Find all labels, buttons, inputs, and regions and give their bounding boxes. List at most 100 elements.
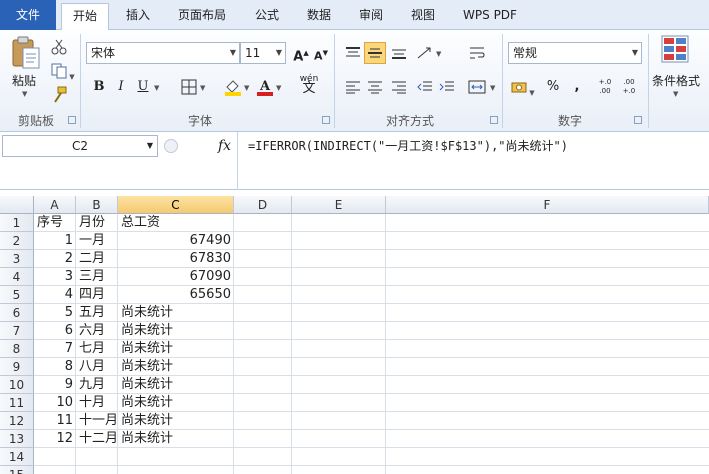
row-header[interactable]: 10 bbox=[0, 376, 34, 394]
phonetic-button[interactable]: wén 文 bbox=[296, 74, 322, 96]
cell-b3[interactable]: 二月 bbox=[79, 250, 105, 268]
font-name-select[interactable]: 宋体 ▼ bbox=[86, 42, 240, 64]
tab-formulas[interactable]: 公式 bbox=[244, 3, 290, 30]
font-launcher-icon[interactable] bbox=[322, 116, 330, 124]
merge-dropdown-icon[interactable]: ▼ bbox=[490, 84, 495, 92]
font-size-select[interactable]: 11 ▼ bbox=[240, 42, 286, 64]
wrap-text-icon[interactable] bbox=[466, 42, 488, 64]
orientation-icon[interactable] bbox=[414, 42, 436, 64]
currency-icon[interactable]: ▼ bbox=[510, 76, 536, 98]
number-format-select[interactable]: 常规 ▼ bbox=[508, 42, 642, 64]
cell-a13[interactable]: 12 bbox=[34, 430, 73, 448]
clipboard-launcher-icon[interactable] bbox=[68, 116, 76, 124]
cell-a9[interactable]: 8 bbox=[34, 358, 73, 376]
border-dropdown-icon[interactable]: ▼ bbox=[200, 84, 205, 92]
fx-icon[interactable]: fx bbox=[218, 138, 231, 154]
align-right-icon[interactable] bbox=[388, 76, 410, 98]
cell-a11[interactable]: 10 bbox=[34, 394, 73, 412]
cell-a1[interactable]: 序号 bbox=[37, 214, 63, 232]
paste-dropdown-icon[interactable]: ▼ bbox=[22, 90, 27, 98]
border-icon[interactable] bbox=[178, 76, 200, 98]
tab-insert[interactable]: 插入 bbox=[114, 3, 162, 30]
column-header-a[interactable]: A bbox=[34, 196, 76, 214]
tab-data[interactable]: 数据 bbox=[296, 3, 342, 30]
align-center-icon[interactable] bbox=[364, 76, 386, 98]
cell-c4[interactable]: 67090 bbox=[118, 268, 231, 286]
cell-b11[interactable]: 十月 bbox=[79, 394, 105, 412]
row-header[interactable]: 2 bbox=[0, 232, 34, 250]
cell-c1[interactable]: 总工资 bbox=[121, 214, 160, 232]
row-header[interactable]: 13 bbox=[0, 430, 34, 448]
formula-input[interactable]: =IFERROR(INDIRECT("一月工资!$F$13"),"尚未统计") bbox=[248, 137, 568, 154]
row-header[interactable]: 15 bbox=[0, 466, 34, 474]
cell-a6[interactable]: 5 bbox=[34, 304, 73, 322]
conditional-format-icon[interactable] bbox=[658, 34, 692, 68]
cell-c10[interactable]: 尚未统计 bbox=[121, 376, 173, 394]
grow-font-button[interactable]: A▲ bbox=[290, 42, 312, 64]
merge-center-icon[interactable] bbox=[466, 76, 488, 98]
row-header[interactable]: 14 bbox=[0, 448, 34, 466]
cell-c7[interactable]: 尚未统计 bbox=[121, 322, 173, 340]
cell-a2[interactable]: 1 bbox=[34, 232, 73, 250]
format-painter-icon[interactable] bbox=[48, 84, 70, 106]
tab-wps-pdf[interactable]: WPS PDF bbox=[452, 3, 528, 30]
cell-c12[interactable]: 尚未统计 bbox=[121, 412, 173, 430]
tab-page-layout[interactable]: 页面布局 bbox=[168, 3, 236, 30]
cell-b4[interactable]: 三月 bbox=[79, 268, 105, 286]
cell-b7[interactable]: 六月 bbox=[79, 322, 105, 340]
cell-a8[interactable]: 7 bbox=[34, 340, 73, 358]
cell-b10[interactable]: 九月 bbox=[79, 376, 105, 394]
cell-b12[interactable]: 十一月 bbox=[79, 412, 118, 430]
row-header[interactable]: 8 bbox=[0, 340, 34, 358]
cell-a3[interactable]: 2 bbox=[34, 250, 73, 268]
increase-decimal-button[interactable]: +.0 .00 bbox=[594, 76, 616, 98]
increase-indent-icon[interactable] bbox=[436, 76, 458, 98]
cell-b9[interactable]: 八月 bbox=[79, 358, 105, 376]
bold-button[interactable]: B bbox=[88, 76, 110, 98]
cell-c3[interactable]: 67830 bbox=[118, 250, 231, 268]
cell-c9[interactable]: 尚未统计 bbox=[121, 358, 173, 376]
cell-b5[interactable]: 四月 bbox=[79, 286, 105, 304]
align-left-icon[interactable] bbox=[342, 76, 364, 98]
cell-a15[interactable] bbox=[34, 466, 73, 474]
cell-c6[interactable]: 尚未统计 bbox=[121, 304, 173, 322]
cell-a10[interactable]: 9 bbox=[34, 376, 73, 394]
paste-button[interactable] bbox=[10, 36, 42, 70]
column-header-b[interactable]: B bbox=[76, 196, 118, 214]
row-header[interactable]: 6 bbox=[0, 304, 34, 322]
fill-color-icon[interactable] bbox=[222, 76, 244, 98]
italic-button[interactable]: I bbox=[110, 76, 132, 98]
column-header-e[interactable]: E bbox=[292, 196, 386, 214]
cell-a4[interactable]: 3 bbox=[34, 268, 73, 286]
row-header[interactable]: 11 bbox=[0, 394, 34, 412]
conditional-format-label[interactable]: 条件格式 bbox=[652, 72, 700, 89]
tab-review[interactable]: 审阅 bbox=[348, 3, 394, 30]
orientation-dropdown-icon[interactable]: ▼ bbox=[436, 50, 441, 58]
row-header[interactable]: 7 bbox=[0, 322, 34, 340]
select-all-corner[interactable] bbox=[0, 196, 34, 214]
decrease-indent-icon[interactable] bbox=[414, 76, 436, 98]
cell-c13[interactable]: 尚未统计 bbox=[121, 430, 173, 448]
row-header[interactable]: 12 bbox=[0, 412, 34, 430]
copy-icon[interactable]: ▼ bbox=[48, 60, 78, 82]
decrease-decimal-button[interactable]: .00 +.0 bbox=[618, 76, 640, 98]
tab-home[interactable]: 开始 bbox=[61, 3, 109, 31]
row-header[interactable]: 4 bbox=[0, 268, 34, 286]
tab-view[interactable]: 视图 bbox=[400, 3, 446, 30]
cell-c2[interactable]: 67490 bbox=[118, 232, 231, 250]
row-header[interactable]: 1 bbox=[0, 214, 34, 232]
alignment-launcher-icon[interactable] bbox=[490, 116, 498, 124]
shrink-font-button[interactable]: A▼ bbox=[310, 42, 332, 64]
formula-scroll-handle-icon[interactable] bbox=[164, 139, 178, 153]
cell-b8[interactable]: 七月 bbox=[79, 340, 105, 358]
row-header[interactable]: 9 bbox=[0, 358, 34, 376]
conditional-format-dropdown-icon[interactable]: ▼ bbox=[673, 90, 678, 98]
cell-c5[interactable]: 65650 bbox=[118, 286, 231, 304]
font-color-icon[interactable]: A bbox=[254, 76, 276, 98]
align-top-icon[interactable] bbox=[342, 42, 364, 64]
name-box[interactable]: C2 ▼ bbox=[2, 135, 158, 157]
fill-dropdown-icon[interactable]: ▼ bbox=[244, 84, 249, 92]
cell-c8[interactable]: 尚未统计 bbox=[121, 340, 173, 358]
cell-a7[interactable]: 6 bbox=[34, 322, 73, 340]
column-header-f[interactable]: F bbox=[386, 196, 709, 214]
